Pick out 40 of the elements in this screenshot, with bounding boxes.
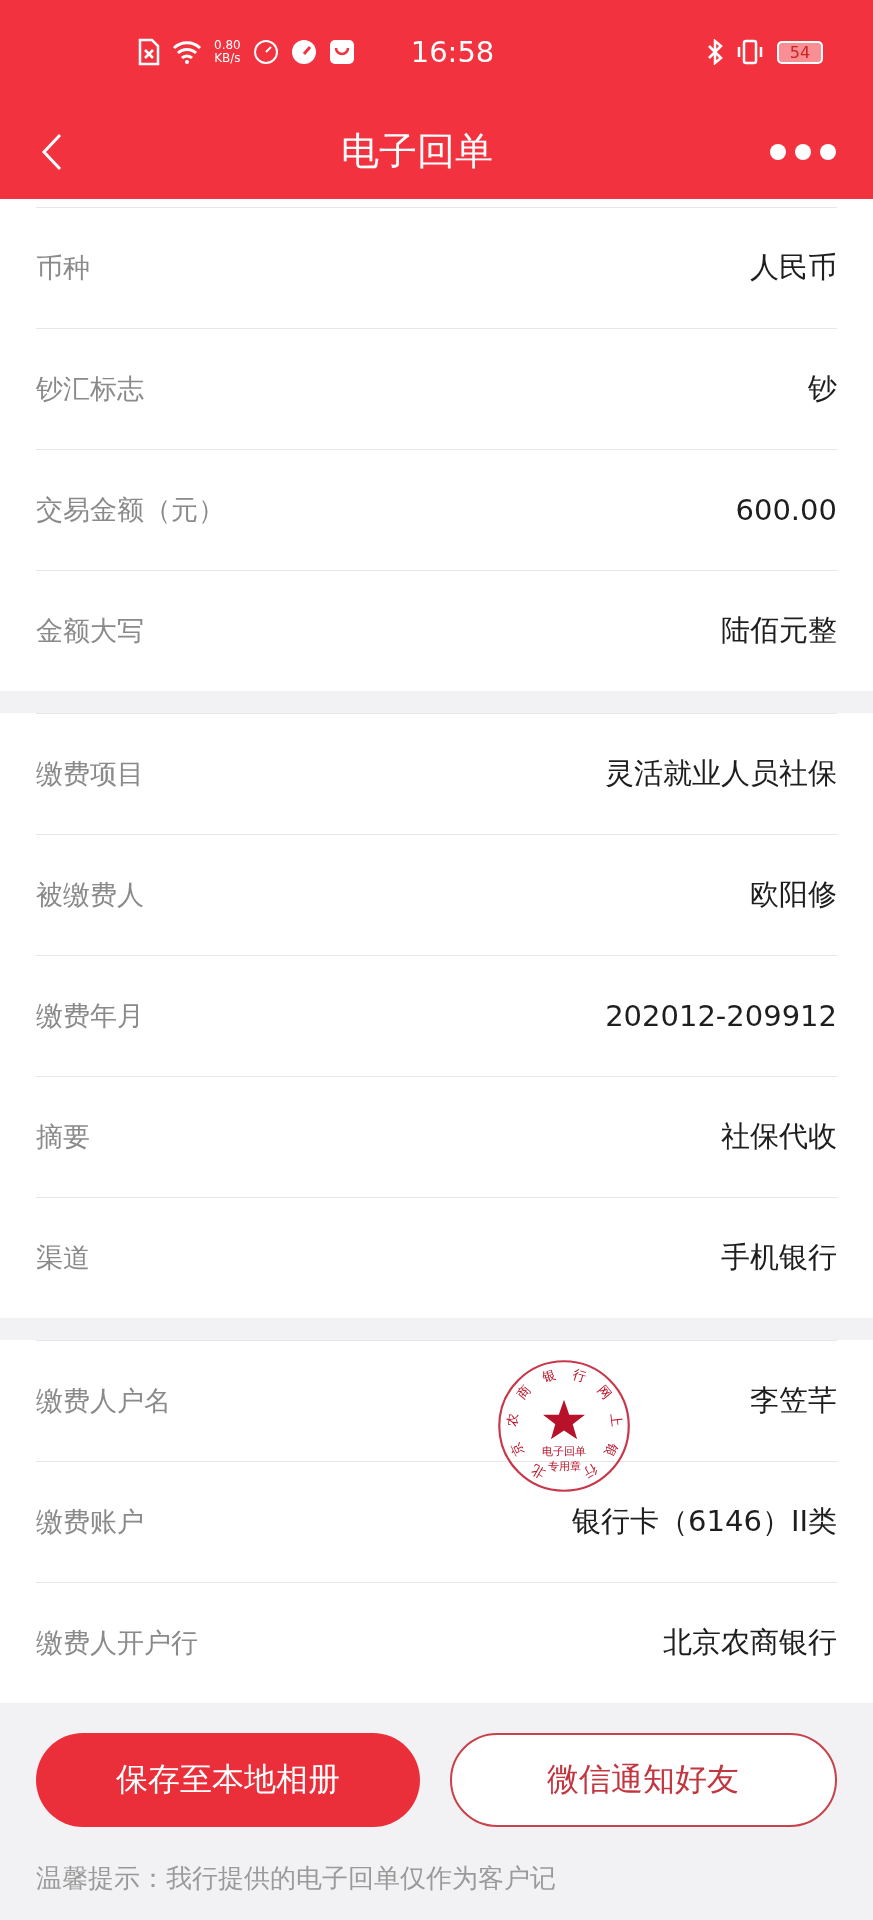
shopping-bag-icon <box>328 39 355 65</box>
field-label: 缴费账户 <box>36 1505 144 1539</box>
network-speed-unit: KB/s <box>214 52 241 65</box>
sim-card-icon <box>138 38 160 66</box>
field-value: 欧阳修 <box>750 876 837 913</box>
field-value: 202012-209912 <box>605 999 837 1033</box>
tip-text: 温馨提示：我行提供的电子回单仅作为客户记 <box>36 1862 557 1895</box>
field-value: 灵活就业人员社保 <box>605 755 837 792</box>
network-speed: 0.80 <box>214 39 241 52</box>
field-value: 手机银行 <box>721 1239 837 1276</box>
field-label: 缴费人开户行 <box>36 1626 198 1660</box>
field-label: 被缴费人 <box>36 878 144 912</box>
gauge-icon <box>290 39 317 65</box>
field-label: 交易金额（元） <box>36 493 225 527</box>
field-value: 北京农商银行 <box>663 1624 837 1661</box>
field-value: 钞 <box>808 370 837 407</box>
back-icon[interactable] <box>40 131 64 172</box>
field-value: 陆佰元整 <box>721 612 837 649</box>
bluetooth-icon <box>707 39 723 65</box>
field-value: 李笠芊 <box>750 1382 837 1419</box>
field-label: 钞汇标志 <box>36 372 144 406</box>
field-label: 缴费年月 <box>36 999 144 1033</box>
field-label: 金额大写 <box>36 614 144 648</box>
wifi-icon <box>172 40 202 64</box>
field-value: 人民币 <box>750 249 837 286</box>
field-label: 渠道 <box>36 1241 90 1275</box>
notify-friend-button[interactable]: 微信通知好友 <box>449 1733 837 1827</box>
status-time: 16:58 <box>410 35 495 69</box>
vibrate-icon <box>735 39 765 65</box>
field-label: 摘要 <box>36 1120 90 1154</box>
field-value: 社保代收 <box>721 1118 837 1155</box>
more-icon[interactable] <box>769 142 837 161</box>
field-label: 缴费人户名 <box>36 1384 171 1418</box>
field-value: 银行卡（6146）II类 <box>572 1503 837 1540</box>
save-to-album-button[interactable]: 保存至本地相册 <box>36 1733 420 1827</box>
field-label: 币种 <box>36 251 90 285</box>
field-value: 600.00 <box>735 493 837 527</box>
page-title: 电子回单 <box>340 128 493 175</box>
battery-level: 54 <box>777 40 823 64</box>
field-label: 缴费项目 <box>36 757 144 791</box>
